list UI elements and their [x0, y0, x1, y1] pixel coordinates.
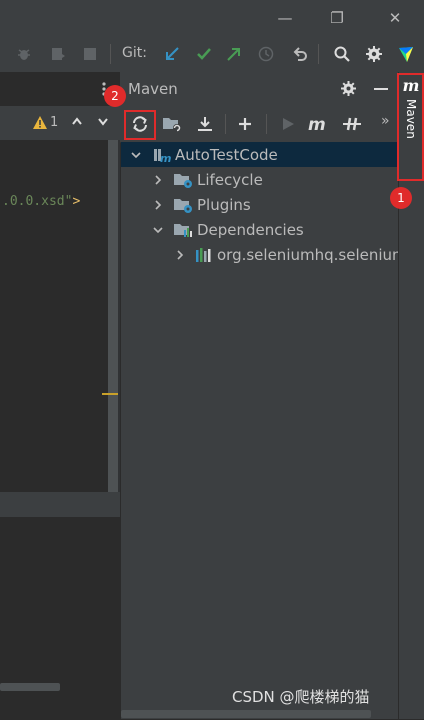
- generate-sources-button[interactable]: [160, 112, 184, 136]
- chevron-right-icon[interactable]: [151, 174, 165, 186]
- minimize-button[interactable]: —: [262, 0, 308, 36]
- chevron-down-icon[interactable]: [129, 149, 143, 161]
- tree-item-lifecycle[interactable]: Lifecycle: [121, 167, 424, 192]
- library-icon: [195, 247, 213, 263]
- search-icon: [334, 46, 350, 62]
- maven-tool-window-tab[interactable]: m Maven: [400, 76, 422, 178]
- git-rollback-button[interactable]: [290, 44, 310, 64]
- restore-icon: ❐: [330, 9, 344, 27]
- maven-tab-label: Maven: [404, 99, 418, 139]
- tree-item-label: Plugins: [197, 195, 251, 214]
- editor-scrollbar-thumb[interactable]: [108, 140, 118, 496]
- settings-button[interactable]: [364, 44, 384, 64]
- download-sources-button[interactable]: [193, 112, 217, 136]
- title-bar: [0, 0, 424, 36]
- minimize-icon: —: [277, 9, 293, 27]
- play-icon: [283, 118, 294, 130]
- toolbar-divider: [266, 114, 267, 134]
- restore-button[interactable]: ❐: [314, 0, 360, 36]
- maven-panel-title: Maven: [128, 80, 178, 98]
- tree-item-dependencies[interactable]: Dependencies: [121, 217, 424, 242]
- git-update-button[interactable]: [162, 44, 182, 64]
- refresh-icon: [133, 116, 147, 132]
- maven-project-icon: m: [153, 147, 171, 163]
- arrow-down-left-icon: [166, 47, 179, 60]
- folder-refresh-icon: [163, 118, 181, 132]
- maven-panel-settings-button[interactable]: [340, 80, 357, 101]
- toggle-offline-icon: [343, 117, 361, 131]
- git-label: Git:: [122, 45, 147, 61]
- run-maven-build-button[interactable]: [276, 112, 300, 136]
- add-maven-project-button[interactable]: [233, 112, 257, 136]
- tree-item-label: AutoTestCode: [175, 145, 278, 164]
- checkmark-icon: [197, 48, 211, 60]
- warning-marker[interactable]: [102, 393, 118, 395]
- bottom-pane-header: [0, 493, 120, 517]
- annotation-badge: 2: [104, 85, 126, 107]
- maven-m-icon: m: [308, 116, 326, 132]
- toolbox-app-button[interactable]: [396, 44, 416, 64]
- toolbar-divider: [110, 44, 111, 64]
- plus-icon: [239, 118, 251, 130]
- chevron-right-icon[interactable]: [151, 199, 165, 211]
- search-everywhere-button[interactable]: [332, 44, 352, 64]
- gear-icon: [366, 46, 382, 62]
- chevron-down-icon: [98, 118, 108, 126]
- execute-maven-goal-button[interactable]: m: [306, 112, 330, 136]
- bug-icon: [18, 49, 30, 60]
- tree-item-label: org.seleniumhq.selenium: [217, 245, 407, 264]
- toggle-offline-mode-button[interactable]: [340, 112, 364, 136]
- download-icon: [198, 117, 212, 131]
- run-with-coverage-button[interactable]: [48, 44, 68, 64]
- undo-icon: [293, 47, 307, 61]
- code-line: .0.0.xsd">: [2, 194, 81, 209]
- next-highlight-button[interactable]: [96, 114, 110, 132]
- watermark: CSDN @爬楼梯的猫: [232, 688, 370, 706]
- toolbar-divider: [225, 114, 226, 134]
- git-commit-button[interactable]: [194, 44, 214, 64]
- hide-panel-button[interactable]: [374, 88, 388, 90]
- close-icon: ✕: [388, 9, 402, 27]
- stop-button[interactable]: [80, 44, 100, 64]
- svg-text:m: m: [308, 116, 326, 132]
- plugins-folder-icon: [173, 197, 193, 213]
- warning-count: 1: [50, 115, 59, 130]
- gear-icon: [341, 81, 356, 96]
- annotation-badge: 1: [390, 187, 412, 209]
- bottom-pane-scrollbar[interactable]: [0, 683, 60, 691]
- svg-text:m: m: [160, 152, 171, 163]
- chevron-down-icon[interactable]: [151, 224, 165, 236]
- lifecycle-folder-icon: [173, 172, 193, 188]
- git-history-button[interactable]: [256, 44, 276, 64]
- tree-item-label: Lifecycle: [197, 170, 263, 189]
- more-actions-button[interactable]: »: [381, 113, 390, 129]
- dependencies-folder-icon: [173, 222, 193, 238]
- coverage-icon: [52, 48, 65, 60]
- code-editor[interactable]: [0, 140, 108, 492]
- clock-icon: [258, 46, 274, 62]
- toolbar-divider: [318, 44, 319, 64]
- chevron-up-icon: [72, 117, 82, 125]
- maven-panel-scrollbar[interactable]: [121, 710, 371, 718]
- debug-button[interactable]: [14, 44, 34, 64]
- tree-item-project[interactable]: m AutoTestCode: [121, 142, 406, 167]
- reload-all-maven-projects-button[interactable]: [128, 112, 152, 136]
- git-push-button[interactable]: [224, 44, 244, 64]
- tree-item-label: Dependencies: [197, 220, 304, 239]
- tree-item-dependency[interactable]: org.seleniumhq.selenium: [121, 242, 424, 267]
- stop-icon: [84, 48, 96, 60]
- previous-highlight-button[interactable]: [70, 114, 84, 132]
- close-window-button[interactable]: ✕: [372, 0, 418, 36]
- toolbox-logo-icon: [399, 47, 413, 62]
- tree-item-plugins[interactable]: Plugins: [121, 192, 424, 217]
- arrow-up-right-icon: [227, 48, 240, 61]
- warning-icon[interactable]: [32, 115, 48, 134]
- chevron-right-icon[interactable]: [173, 249, 187, 261]
- maven-icon: m: [402, 76, 420, 95]
